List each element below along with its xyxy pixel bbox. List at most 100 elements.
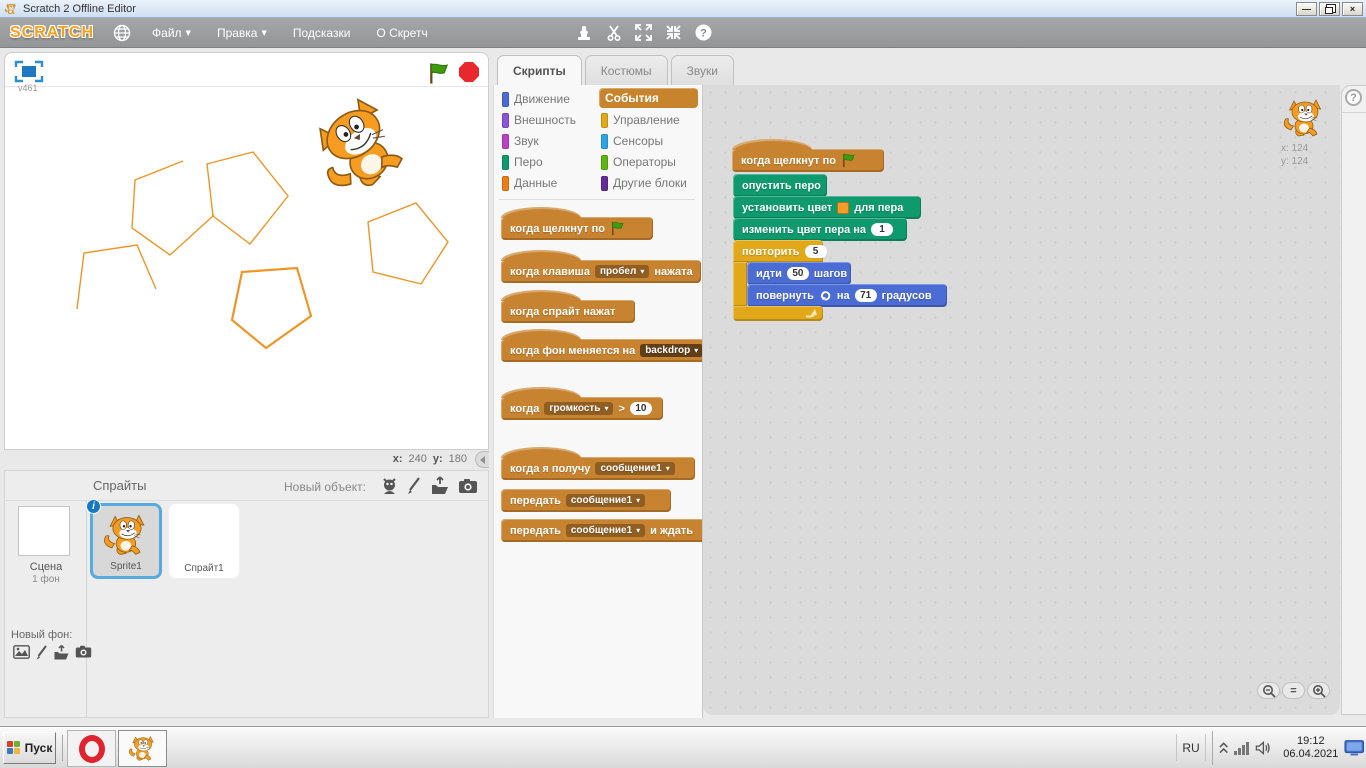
backdrop-dropdown[interactable]: backdrop▾ [640,344,703,357]
menu-bar: SCRATCH Файл▼ Правка▼ Подсказки О Скретч… [0,18,1366,48]
new-sprite-library-button[interactable] [381,476,398,495]
backdrop-library-button[interactable] [13,645,30,665]
stage-thumbnail[interactable] [18,506,70,556]
palette-block-broadcast[interactable]: передать сообщение1▾ [501,489,671,512]
title-bar: Scratch 2 Offline Editor — × [0,0,1366,18]
stop-button[interactable] [458,61,480,88]
zoom-out-button[interactable] [1257,682,1280,699]
start-button[interactable]: Пуск [3,732,56,764]
category-data[interactable]: Данные [502,173,557,193]
camera-sprite-button[interactable] [458,476,478,495]
zoom-reset-button[interactable]: = [1282,682,1305,699]
message-dropdown[interactable]: сообщение1▾ [566,524,645,537]
script-block-turn-degrees[interactable]: повернуть на 71 градусов [747,284,947,307]
stage-canvas[interactable] [5,87,488,449]
stage-panel: v461 [4,52,489,450]
paint-new-sprite-button[interactable] [406,476,422,495]
category-motion[interactable]: Движение [502,89,570,109]
category-more-blocks[interactable]: Другие блоки [601,173,687,193]
taskbar-opera-button[interactable] [67,730,116,767]
palette-block-when-i-receive[interactable]: когда я получу сообщение1▾ [501,457,695,480]
help-button[interactable]: ? [1345,89,1362,106]
menu-tips[interactable]: Подсказки [293,26,351,40]
category-events-selected[interactable]: События [599,88,698,108]
palette-divider [499,199,695,200]
tab-costumes[interactable]: Костюмы [585,55,668,85]
dropdown-arrow-icon: ▾ [666,464,670,473]
network-signal-icon[interactable] [1234,742,1249,755]
language-indicator[interactable]: RU [1176,734,1206,761]
upload-backdrop-button[interactable] [53,645,70,665]
palette-block-when-backdrop-switches[interactable]: когда фон меняется на backdrop▾ [501,339,703,362]
language-globe-icon[interactable] [110,23,134,43]
repeat-spine [733,262,747,307]
show-desktop-icon[interactable] [1344,738,1364,758]
loudness-value-input[interactable]: 10 [630,402,652,415]
volume-icon[interactable] [1255,740,1272,756]
steps-input[interactable]: 50 [787,267,809,280]
category-looks[interactable]: Внешность [502,110,576,130]
taskbar-divider [62,735,63,761]
script-block-when-flag-clicked[interactable]: когда щелкнут по [732,149,884,172]
degrees-input[interactable]: 71 [855,289,877,302]
message-dropdown[interactable]: сообщение1▾ [595,462,674,475]
category-pen[interactable]: Перо [502,152,543,172]
duplicate-tool-button[interactable] [572,23,596,43]
tray-expand-icon[interactable] [1219,741,1228,755]
sensor-dropdown[interactable]: громкость▾ [544,402,613,415]
minimize-button[interactable]: — [1296,2,1317,16]
more-blocks-color-swatch [601,176,608,191]
shrink-tool-button[interactable] [662,23,686,43]
new-sprite-label: Новый объект: [284,480,366,494]
scripts-workspace[interactable]: x: 124 y: 124 когда щелкнут по опустить … [703,85,1340,715]
grow-tool-button[interactable] [632,23,656,43]
block-help-button[interactable]: ? [692,23,716,43]
category-sound[interactable]: Звук [502,131,539,151]
tab-sounds[interactable]: Звуки [671,55,734,85]
script-block-pen-down[interactable]: опустить перо [733,174,827,197]
date: 06.04.2021 [1280,748,1341,761]
scratch-cat-icon [127,733,159,765]
time: 19:12 [1280,735,1341,748]
stage-selector-column: Сцена 1 фон Новый фон: [5,501,87,718]
paint-backdrop-button[interactable] [35,645,48,665]
pen-color-swatch [502,155,509,170]
upload-sprite-button[interactable] [430,476,450,495]
palette-block-when-flag-clicked[interactable]: когда щелкнут по [501,217,653,240]
menu-file[interactable]: Файл▼ [152,26,191,40]
category-control[interactable]: Управление [601,110,680,130]
menu-about[interactable]: О Скретч [376,26,427,40]
block-palette: Движение Внешность Звук Перо Данные Собы… [493,85,703,718]
menu-edit[interactable]: Правка▼ [217,26,267,40]
script-block-change-pen-color[interactable]: изменить цвет пера на 1 [733,218,907,241]
category-sensing[interactable]: Сенсоры [601,131,663,151]
sprite-info-button[interactable]: i [86,499,101,514]
message-dropdown[interactable]: сообщение1▾ [566,494,645,507]
green-flag-button[interactable] [427,62,450,90]
sprite-tile-sprite2[interactable]: Спрайт1 [168,503,240,579]
key-dropdown[interactable]: пробел▾ [595,265,649,278]
palette-block-when-sprite-clicked[interactable]: когда спрайт нажат [501,300,635,323]
delete-tool-button[interactable] [602,23,626,43]
sprite-tile-sprite1[interactable]: i Sprite1 [90,503,162,579]
palette-block-when-key-pressed[interactable]: когда клавиша пробел▾ нажата [501,260,701,283]
clock[interactable]: 19:12 06.04.2021 [1280,735,1341,761]
palette-block-broadcast-and-wait[interactable]: передать сообщение1▾ и ждать [501,519,703,542]
category-operators[interactable]: Операторы [601,152,676,172]
pen-color-value-input[interactable]: 1 [871,223,893,236]
restore-button[interactable] [1319,2,1340,16]
script-block-set-pen-color[interactable]: установить цвет для пера [733,196,921,219]
mouse-coordinates: x: 240 y: 180 [4,450,489,470]
stage-collapse-button[interactable] [475,451,489,468]
script-block-repeat[interactable]: повторить 5 [733,240,823,263]
repeat-count-input[interactable]: 5 [805,245,827,258]
tab-scripts[interactable]: Скрипты [497,55,582,85]
motion-color-swatch [502,92,509,107]
close-button[interactable]: × [1342,2,1363,16]
palette-block-when-loudness[interactable]: когда громкость▾ > 10 [501,397,663,420]
pen-color-input[interactable] [837,202,849,214]
taskbar-scratch-button[interactable] [118,730,167,767]
zoom-in-button[interactable] [1307,682,1330,699]
script-block-move-steps[interactable]: идти 50 шагов [747,262,851,285]
camera-backdrop-button[interactable] [75,645,92,665]
